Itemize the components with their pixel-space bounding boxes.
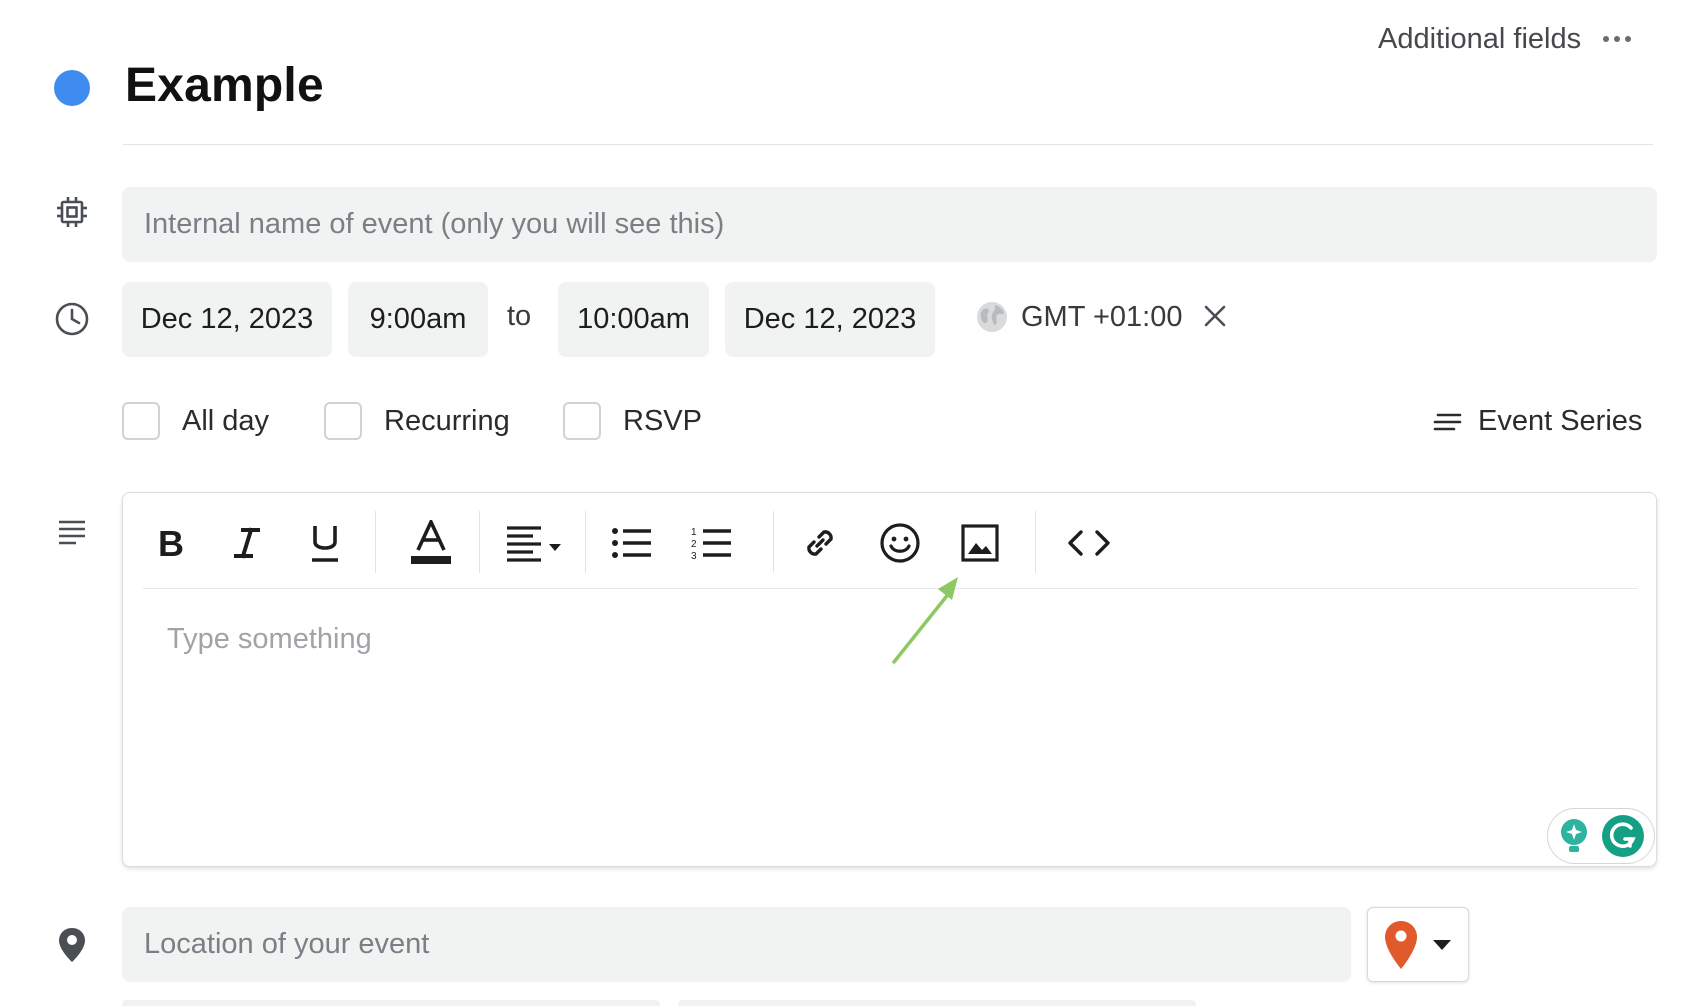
bold-button[interactable]: B xyxy=(141,513,197,573)
series-lines-icon xyxy=(1432,411,1462,433)
location-pin-icon xyxy=(52,925,92,965)
chip-icon xyxy=(52,192,92,232)
chevron-down-icon xyxy=(1432,939,1452,951)
link-icon xyxy=(807,530,833,556)
description-editor: B 1 2 3 Type something xyxy=(122,492,1657,867)
bullet-list-icon xyxy=(612,528,651,558)
emoji-icon xyxy=(880,523,920,563)
bold-icon: B xyxy=(158,525,184,561)
description-icon xyxy=(52,512,92,552)
additional-fields-label: Additional fields xyxy=(1378,22,1582,55)
to-label: to xyxy=(507,300,532,332)
globe-icon xyxy=(975,300,1009,334)
text-color-button[interactable] xyxy=(393,513,469,573)
rsvp-box[interactable] xyxy=(563,402,601,440)
image-icon xyxy=(961,524,999,562)
event-series-label: Event Series xyxy=(1478,405,1643,437)
rsvp-label: RSVP xyxy=(623,404,702,437)
all-day-label: All day xyxy=(182,404,270,437)
additional-fields-button[interactable]: Additional fields xyxy=(1378,18,1632,60)
clear-timezone-button[interactable] xyxy=(1202,303,1228,329)
end-date-field[interactable]: Dec 12, 2023 xyxy=(725,282,935,357)
all-day-checkbox[interactable]: All day xyxy=(122,402,269,440)
svg-text:2: 2 xyxy=(691,539,697,550)
svg-text:B: B xyxy=(158,525,184,561)
numbered-list-icon: 1 2 3 xyxy=(691,527,731,561)
description-textarea[interactable] xyxy=(143,603,1638,843)
recurring-box[interactable] xyxy=(324,402,362,440)
align-icon xyxy=(507,526,561,562)
emoji-button[interactable] xyxy=(867,513,933,573)
internal-name-input[interactable] xyxy=(122,187,1657,262)
next-field-partial xyxy=(122,1000,660,1006)
lightbulb-icon[interactable] xyxy=(1557,817,1591,855)
italic-icon xyxy=(234,527,260,559)
underline-button[interactable] xyxy=(297,513,353,573)
clock-icon xyxy=(52,299,92,339)
end-time-field[interactable]: 10:00am xyxy=(558,282,709,357)
location-input[interactable] xyxy=(122,907,1351,982)
recurring-checkbox[interactable]: Recurring xyxy=(324,402,510,440)
svg-text:1: 1 xyxy=(691,527,697,538)
map-pin-icon xyxy=(1384,920,1418,970)
timezone-selector[interactable]: GMT +01:00 xyxy=(975,300,1182,334)
numbered-list-button[interactable]: 1 2 3 xyxy=(679,513,745,573)
link-button[interactable] xyxy=(787,513,853,573)
code-view-button[interactable] xyxy=(1049,513,1129,573)
close-icon xyxy=(1204,305,1226,327)
bullet-list-button[interactable] xyxy=(599,513,665,573)
underline-icon xyxy=(312,526,338,562)
grammarly-widget[interactable] xyxy=(1547,808,1655,864)
insert-image-button[interactable] xyxy=(947,513,1013,573)
rsvp-checkbox[interactable]: RSVP xyxy=(563,402,702,440)
code-icon xyxy=(1068,530,1110,556)
align-dropdown-button[interactable] xyxy=(493,513,577,573)
more-options-icon xyxy=(1603,36,1632,42)
start-time-field[interactable]: 9:00am xyxy=(348,282,488,357)
grammarly-icon[interactable] xyxy=(1601,814,1645,858)
svg-text:3: 3 xyxy=(691,551,697,561)
title-divider xyxy=(123,144,1653,145)
timezone-label: GMT +01:00 xyxy=(1021,300,1183,333)
all-day-box[interactable] xyxy=(122,402,160,440)
italic-button[interactable] xyxy=(219,513,275,573)
next-field-partial xyxy=(678,1000,1196,1006)
event-color-picker[interactable] xyxy=(54,70,90,106)
start-date-field[interactable]: Dec 12, 2023 xyxy=(122,282,332,357)
map-provider-dropdown[interactable] xyxy=(1367,907,1469,982)
event-title[interactable]: Example xyxy=(125,58,324,113)
event-series-button[interactable]: Event Series xyxy=(1432,405,1642,438)
text-color-icon xyxy=(411,520,451,564)
recurring-label: Recurring xyxy=(384,404,510,437)
